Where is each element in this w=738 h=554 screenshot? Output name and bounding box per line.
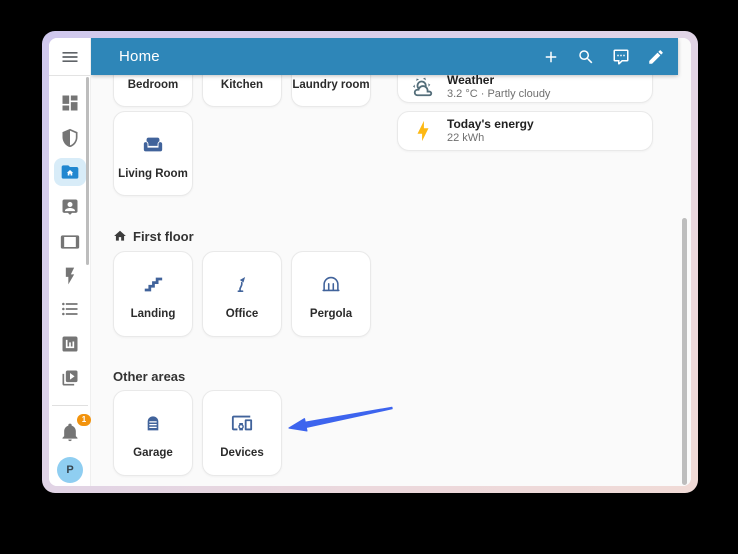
area-card-garage[interactable]: Garage: [113, 390, 193, 476]
energy-card[interactable]: Today's energy 22 kWh: [397, 111, 653, 151]
energy-bolt-icon: [412, 120, 434, 142]
area-card-label: Landing: [131, 308, 176, 320]
bell-icon: [60, 422, 80, 442]
section-header-other-areas: Other areas: [113, 368, 185, 384]
garage-door-icon: [141, 411, 165, 435]
area-card-label: Living Room: [118, 168, 188, 180]
devices-icon: [230, 411, 254, 435]
weather-state: 3.2 °C · Partly cloudy: [447, 88, 550, 101]
person-badge-icon: [60, 197, 80, 217]
shield-icon: [60, 128, 80, 148]
add-button[interactable]: [542, 48, 560, 66]
energy-value: 22 kWh: [447, 132, 534, 145]
notification-badge: 1: [77, 414, 91, 426]
user-avatar[interactable]: P: [57, 457, 83, 483]
home-icon: [113, 229, 127, 243]
menu-icon[interactable]: [60, 47, 80, 67]
sidebar-item-history-chart[interactable]: [54, 330, 86, 358]
sofa-icon: [141, 132, 165, 156]
desk-lamp-icon: [230, 272, 254, 296]
lightning-bolt-icon: [60, 266, 80, 286]
folder-home-icon: [60, 162, 80, 182]
annotation-arrow: [281, 398, 496, 440]
energy-title: Today's energy: [447, 117, 534, 131]
section-title: Other areas: [113, 369, 185, 384]
pencil-icon: [647, 48, 665, 66]
chart-box-icon: [60, 334, 80, 354]
area-card-label: Bedroom: [128, 79, 178, 91]
area-card-pergola[interactable]: Pergola: [291, 251, 371, 337]
app-window: 1 P Bedroom Kitchen: [42, 31, 698, 493]
main-content: Bedroom Kitchen Laundry room Weather: [91, 38, 691, 486]
desktop-background: 1 P Bedroom Kitchen: [0, 0, 738, 554]
avatar-initial: P: [66, 464, 73, 476]
sidebar-divider: [52, 405, 88, 406]
sidebar-item-tablet[interactable]: [54, 228, 86, 256]
toolbar: Home: [91, 38, 678, 75]
area-card-label: Pergola: [310, 308, 352, 320]
edit-button[interactable]: [647, 48, 665, 66]
sidebar-item-dashboard[interactable]: [54, 89, 86, 117]
sidebar: 1 P: [49, 38, 91, 486]
sidebar-item-energy[interactable]: [54, 262, 86, 290]
sidebar-scrollbar[interactable]: [86, 77, 89, 265]
page-title: Home: [119, 48, 160, 65]
app-window-content: 1 P Bedroom Kitchen: [49, 38, 691, 486]
content-scrollbar[interactable]: [682, 218, 687, 485]
toolbar-actions: [542, 38, 665, 75]
media-play-box-icon: [60, 368, 80, 388]
pergola-dome-icon: [319, 272, 343, 296]
assist-button[interactable]: [612, 48, 630, 66]
chat-bubble-icon: [612, 48, 630, 66]
area-card-label: Kitchen: [221, 79, 263, 91]
list-icon: [60, 299, 80, 319]
sidebar-item-person-badge[interactable]: [54, 193, 86, 221]
sidebar-header: [49, 38, 90, 76]
search-button[interactable]: [577, 48, 595, 66]
area-card-office[interactable]: Office: [202, 251, 282, 337]
notifications-button[interactable]: 1: [54, 418, 86, 446]
sidebar-item-list[interactable]: [54, 295, 86, 323]
section-title: First floor: [133, 229, 194, 244]
sidebar-item-media[interactable]: [54, 364, 86, 392]
stairs-icon: [141, 272, 165, 296]
energy-text: Today's energy 22 kWh: [447, 117, 534, 145]
section-header-first-floor: First floor: [113, 228, 194, 244]
sidebar-item-home-areas[interactable]: [54, 158, 86, 186]
area-card-label: Office: [226, 308, 259, 320]
area-card-devices[interactable]: Devices: [202, 390, 282, 476]
sidebar-item-security[interactable]: [54, 124, 86, 152]
area-card-label: Laundry room: [292, 79, 369, 91]
area-card-landing[interactable]: Landing: [113, 251, 193, 337]
search-icon: [577, 48, 595, 66]
weather-text: Weather 3.2 °C · Partly cloudy: [447, 73, 550, 101]
partly-cloudy-icon: [412, 76, 434, 98]
dashboard-icon: [60, 93, 80, 113]
area-card-label: Devices: [220, 447, 263, 459]
area-card-label: Garage: [133, 447, 173, 459]
plus-icon: [542, 48, 560, 66]
tablet-icon: [60, 232, 80, 252]
area-card-living-room[interactable]: Living Room: [113, 111, 193, 196]
